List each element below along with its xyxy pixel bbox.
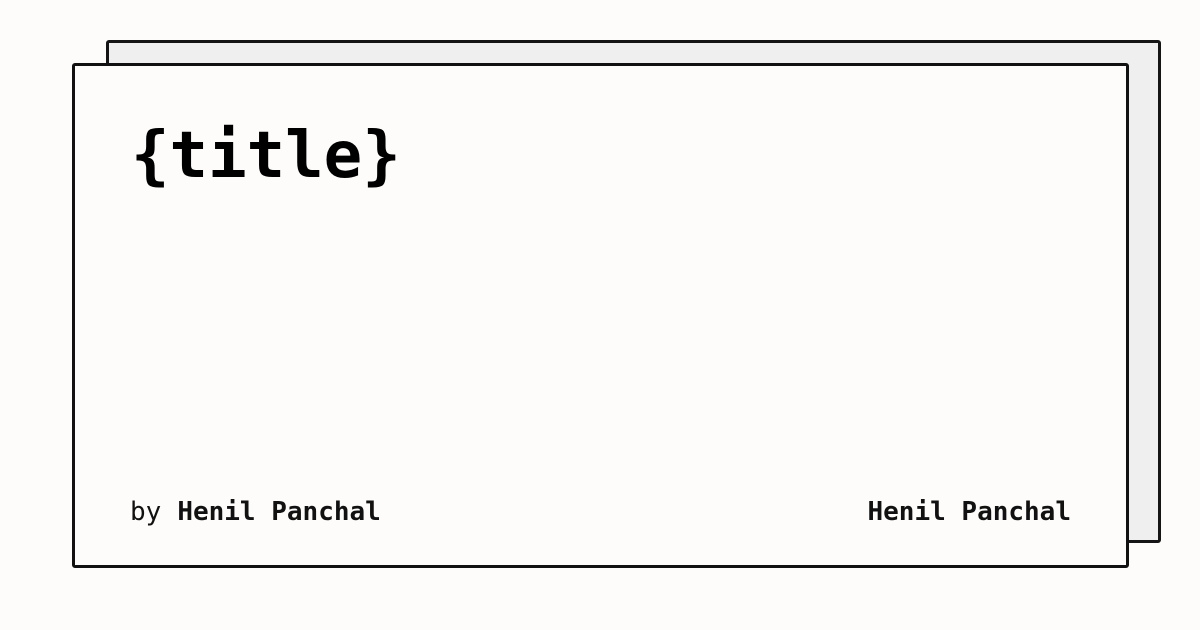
site-name: Henil Panchal <box>867 497 1072 527</box>
byline-prefix: by <box>130 497 162 527</box>
author-name: Henil Panchal <box>177 497 381 527</box>
byline: by Henil Panchal <box>130 497 381 527</box>
og-card: {title} by Henil Panchal Henil Panchal <box>72 63 1129 568</box>
page-title: {title} <box>131 119 401 193</box>
